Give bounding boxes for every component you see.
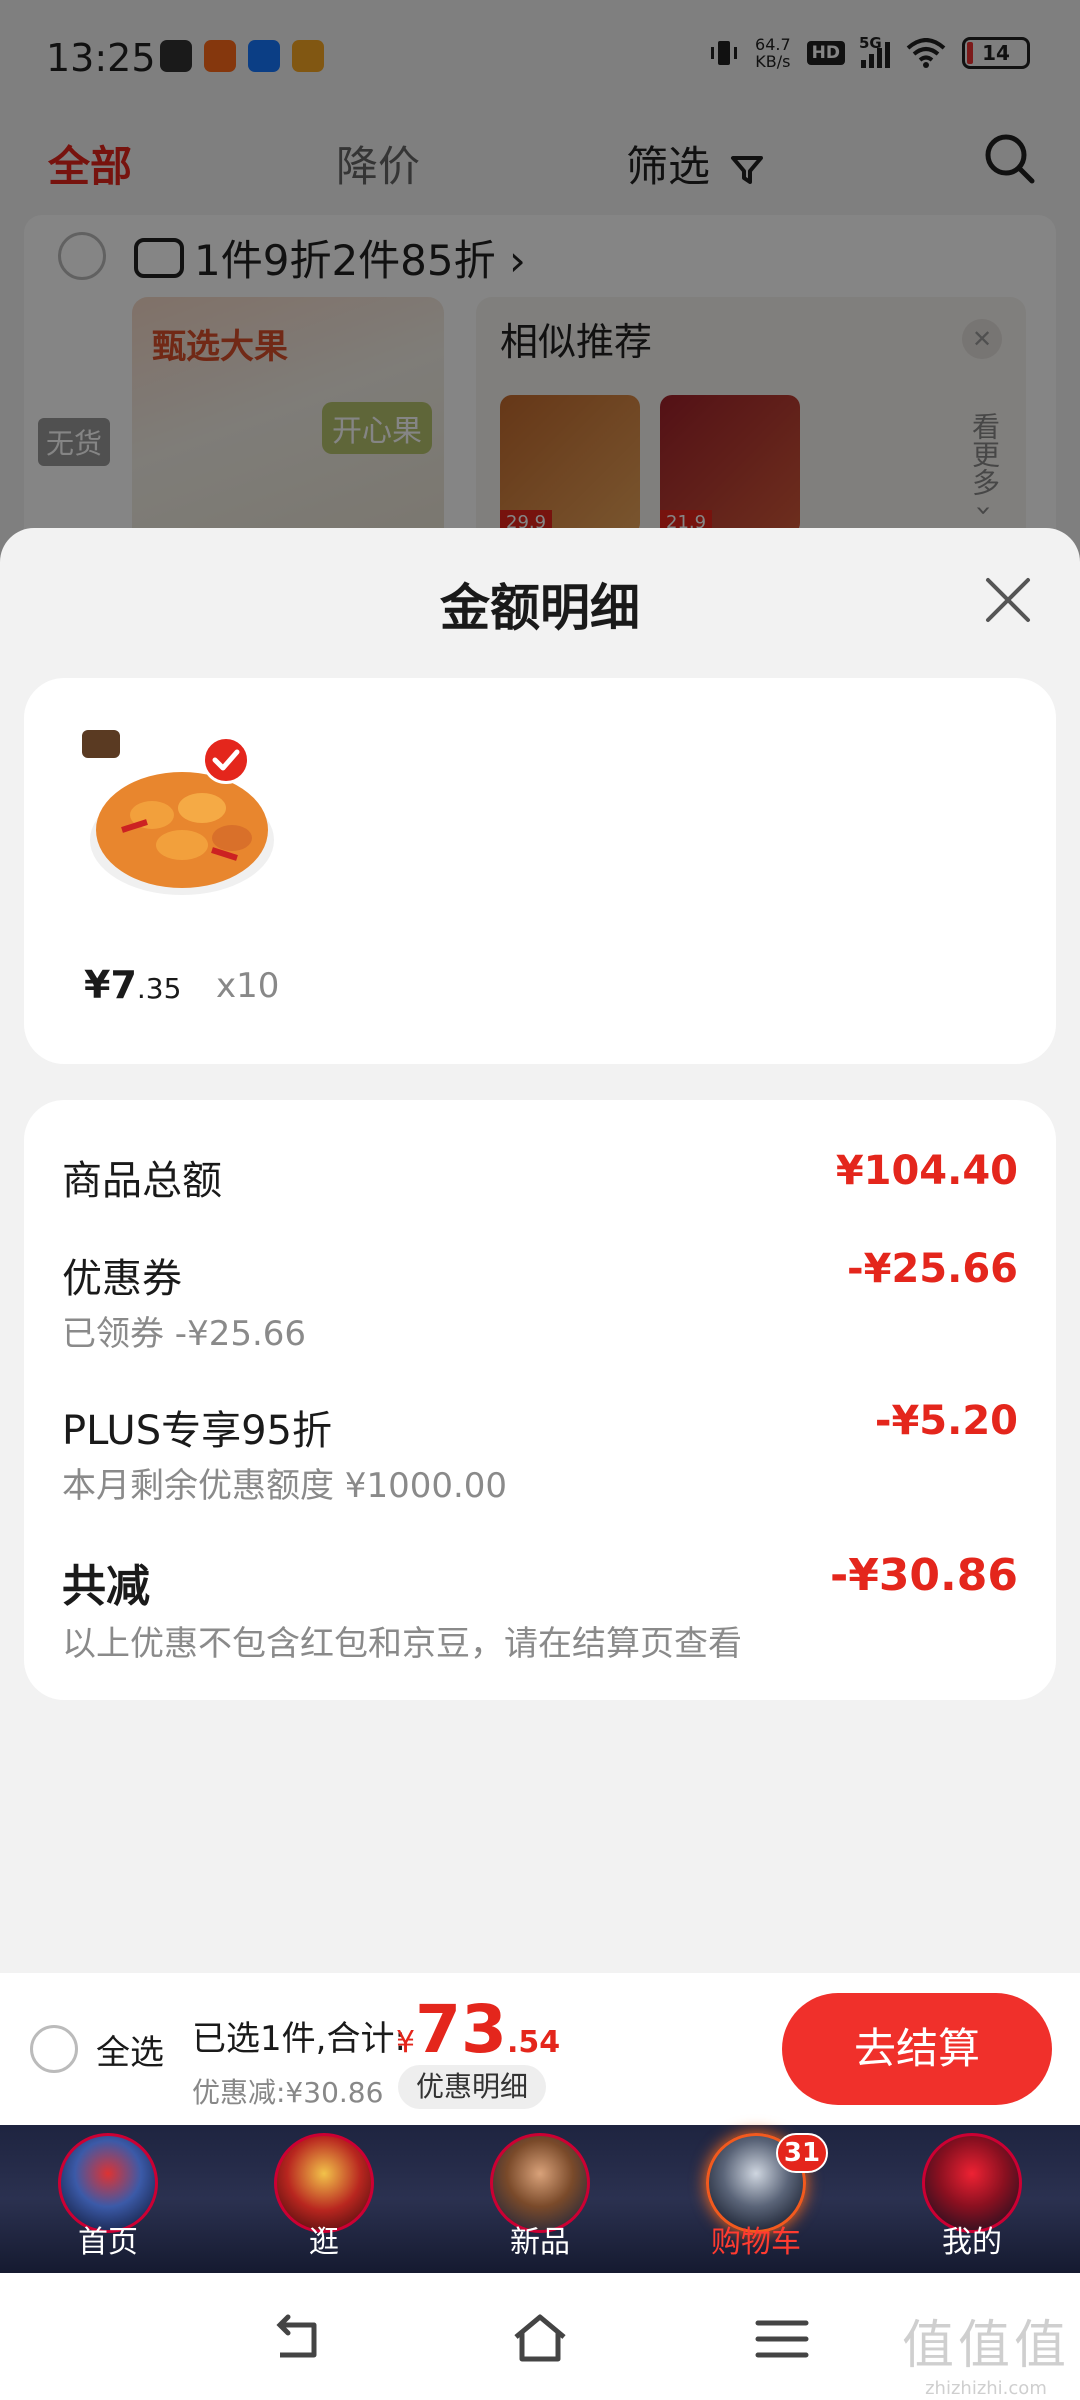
total-cut-subtext: 以上优惠不包含红包和京豆，请在结算页查看 [62,1624,742,1664]
menu-icon[interactable] [754,2311,810,2367]
discount-detail-button[interactable]: 优惠明细 [398,2065,547,2109]
back-icon[interactable] [270,2311,326,2367]
total-price: ¥73.54 [396,1991,561,2068]
tab-home-label: 首页 [78,2225,138,2260]
select-all-label[interactable]: 全选 [96,2025,164,2074]
tab-new-label: 新品 [510,2225,570,2260]
coupon-value: -¥25.66 [847,1246,1018,1292]
total-cut-label: 共减 [62,1561,150,1612]
plus-discount-value: -¥5.20 [874,1398,1018,1444]
watermark: 值值值 zhizhizhi.com [901,2316,1070,2399]
tab-browse-label: 逛 [309,2225,339,2260]
home-icon[interactable] [512,2311,568,2367]
tab-cart[interactable]: 31 购物车 [676,2125,836,2273]
plus-discount-label: PLUS专享95折 [62,1408,332,1454]
goods-price: ¥7.35 [84,963,182,1007]
bottom-tab-bar: 首页 逛 新品 31 购物车 我的 [0,2125,1080,2273]
selected-summary: 已选1件,合计: [192,2019,406,2059]
selected-check-icon [202,736,250,784]
sheet-title: 金额明细 [440,579,640,637]
tab-browse[interactable]: 逛 [244,2125,404,2273]
tab-cart-label: 购物车 [711,2225,801,2260]
amount-detail-sheet: 金额明细 ¥7.35 x10 商品总额 ¥104.40 优惠券 -¥25.66 … [0,528,1080,1973]
close-icon[interactable] [982,574,1034,626]
coupon-label: 优惠券 [62,1256,182,1302]
subtotal-value: ¥104.40 [835,1148,1018,1194]
total-cut-value: -¥30.86 [829,1550,1018,1601]
product-thumbnail[interactable] [82,730,282,900]
tab-home[interactable]: 首页 [28,2125,188,2273]
discount-summary: 优惠减:¥30.86 [192,2076,384,2109]
tab-new[interactable]: 新品 [460,2125,620,2273]
cart-count-badge: 31 [776,2133,828,2173]
amount-breakdown-card: 商品总额 ¥104.40 优惠券 -¥25.66 已领券 -¥25.66 PLU… [24,1100,1056,1700]
select-all-radio[interactable] [30,2025,78,2073]
tab-mine-label: 我的 [942,2225,1002,2260]
plus-discount-subtext: 本月剩余优惠额度 ¥1000.00 [62,1466,508,1506]
subtotal-label: 商品总额 [62,1158,222,1204]
coupon-subtext: 已领券 -¥25.66 [62,1314,307,1354]
checkout-button[interactable]: 去结算 [782,1993,1052,2105]
goods-quantity: x10 [216,966,280,1006]
tab-mine[interactable]: 我的 [892,2125,1052,2273]
modal-overlay[interactable] [0,0,1080,600]
checkout-bar: 全选 已选1件,合计: ¥73.54 优惠减:¥30.86 优惠明细 去结算 [0,1973,1080,2125]
system-nav-bar: 值值值 zhizhizhi.com [0,2273,1080,2400]
goods-card: ¥7.35 x10 [24,678,1056,1064]
